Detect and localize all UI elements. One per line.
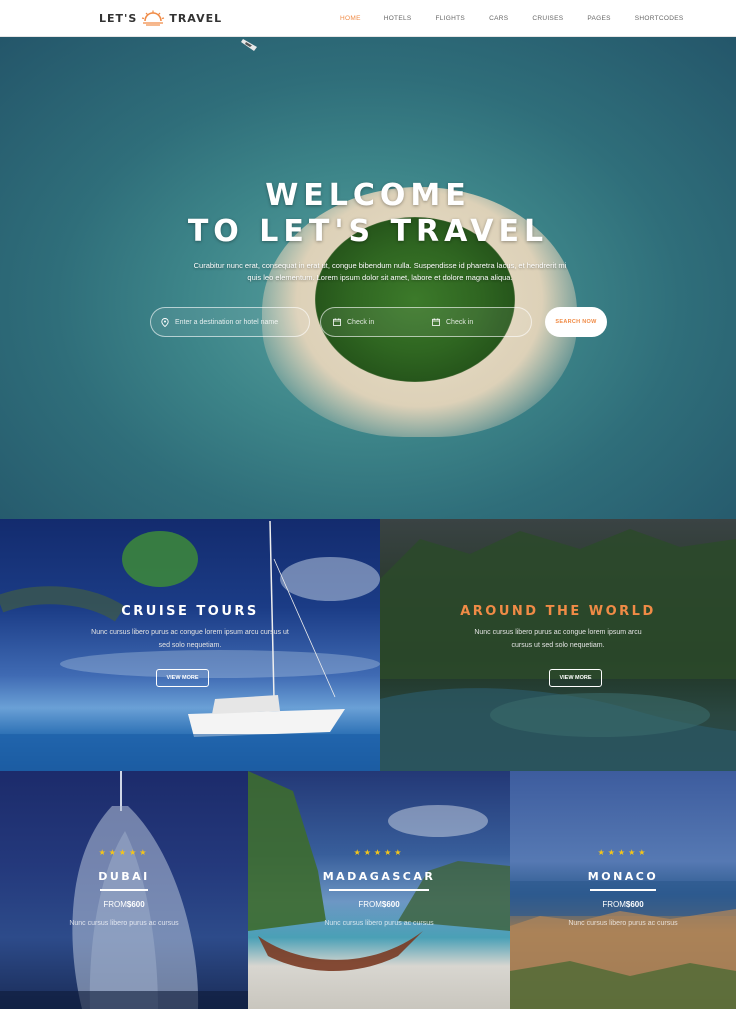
nav-item-pages[interactable]: PAGES xyxy=(587,15,610,22)
monaco-rating-stars: ★★★★★ xyxy=(597,848,649,857)
title-underline xyxy=(590,889,656,891)
checkout-label: Check in xyxy=(446,318,474,326)
from-label: FROM xyxy=(358,900,382,909)
around-world-view-more-button[interactable]: VIEW MORE xyxy=(549,669,602,687)
search-now-button[interactable]: SEARCH NOW xyxy=(545,307,607,337)
site-header: LET'S TRAVEL HOME HOTELS FLIGHTS CARS CR… xyxy=(0,0,736,37)
cruise-tours-text: Nunc cursus libero purus ac congue lorem… xyxy=(91,629,289,649)
nav-item-shortcodes[interactable]: SHORTCODES xyxy=(635,15,684,22)
nav-item-hotels[interactable]: HOTELS xyxy=(384,15,412,22)
price-value: $600 xyxy=(381,900,400,909)
dubai-title: DUBAI xyxy=(98,870,150,883)
date-range-input[interactable]: Check in Check in xyxy=(320,307,532,337)
monaco-title: MONACO xyxy=(587,870,659,883)
logo[interactable]: LET'S TRAVEL xyxy=(99,9,222,27)
around-world-tile: AROUND THE WORLD Nunc cursus libero puru… xyxy=(380,519,736,771)
from-label: FROM xyxy=(103,900,127,909)
from-label: FROM xyxy=(602,900,626,909)
sun-icon xyxy=(142,10,165,26)
madagascar-text: Nunc cursus libero purus ac cursus xyxy=(324,920,434,927)
cruise-view-more-button[interactable]: VIEW MORE xyxy=(156,669,209,687)
madagascar-title: MADAGASCAR xyxy=(322,870,436,883)
calendar-icon xyxy=(333,318,341,326)
calendar-icon xyxy=(432,318,440,326)
main-nav: HOME HOTELS FLIGHTS CARS CRUISES PAGES S… xyxy=(340,0,684,37)
destination-card-monaco[interactable]: ★★★★★ MONACO FROM$600 Nunc cursus libero… xyxy=(510,771,736,1009)
nav-item-cars[interactable]: CARS xyxy=(489,15,508,22)
dubai-rating-stars: ★★★★★ xyxy=(98,848,150,857)
around-world-text: Nunc cursus libero purus ac congue lorem… xyxy=(474,629,642,649)
destination-card-madagascar[interactable]: ★★★★★ MADAGASCAR FROM$600 Nunc cursus li… xyxy=(248,771,510,1009)
nav-item-cruises[interactable]: CRUISES xyxy=(532,15,563,22)
destination-card-dubai[interactable]: ★★★★★ DUBAI FROM$600 Nunc cursus libero … xyxy=(0,771,248,1009)
title-underline xyxy=(100,889,148,891)
dubai-text: Nunc cursus libero purus ac cursus xyxy=(69,920,179,927)
hero-section: WELCOME TO LET'S TRAVEL Curabitur nunc e… xyxy=(0,37,736,519)
hero-title-line1: WELCOME xyxy=(265,178,471,213)
nav-item-flights[interactable]: FLIGHTS xyxy=(436,15,466,22)
cruise-tours-title: CRUISE TOURS xyxy=(121,604,259,619)
title-underline xyxy=(329,889,429,891)
destination-input[interactable]: Enter a destination or hotel name xyxy=(150,307,310,337)
madagascar-rating-stars: ★★★★★ xyxy=(353,848,405,857)
dubai-price: FROM$600 xyxy=(0,900,248,909)
checkout-field[interactable]: Check in xyxy=(432,318,531,326)
monaco-price: FROM$600 xyxy=(510,900,736,909)
map-pin-icon xyxy=(161,317,169,327)
price-value: $600 xyxy=(126,900,145,909)
logo-text-right: TRAVEL xyxy=(169,11,223,25)
checkin-label: Check in xyxy=(347,318,375,326)
price-value: $600 xyxy=(625,900,644,909)
monaco-text: Nunc cursus libero purus ac cursus xyxy=(568,920,678,927)
hero-description: Curabitur nunc erat, consequat in erat u… xyxy=(193,261,567,282)
logo-text-left: LET'S xyxy=(99,11,138,25)
madagascar-price: FROM$600 xyxy=(248,900,510,909)
checkin-field[interactable]: Check in xyxy=(333,318,432,326)
cruise-tours-tile: CRUISE TOURS Nunc cursus libero purus ac… xyxy=(0,519,380,771)
boat-image xyxy=(241,39,257,51)
destination-placeholder: Enter a destination or hotel name xyxy=(175,318,279,326)
hero-title-line2: TO LET'S TRAVEL xyxy=(187,214,549,249)
nav-item-home[interactable]: HOME xyxy=(340,15,361,22)
around-world-title: AROUND THE WORLD xyxy=(460,604,656,619)
